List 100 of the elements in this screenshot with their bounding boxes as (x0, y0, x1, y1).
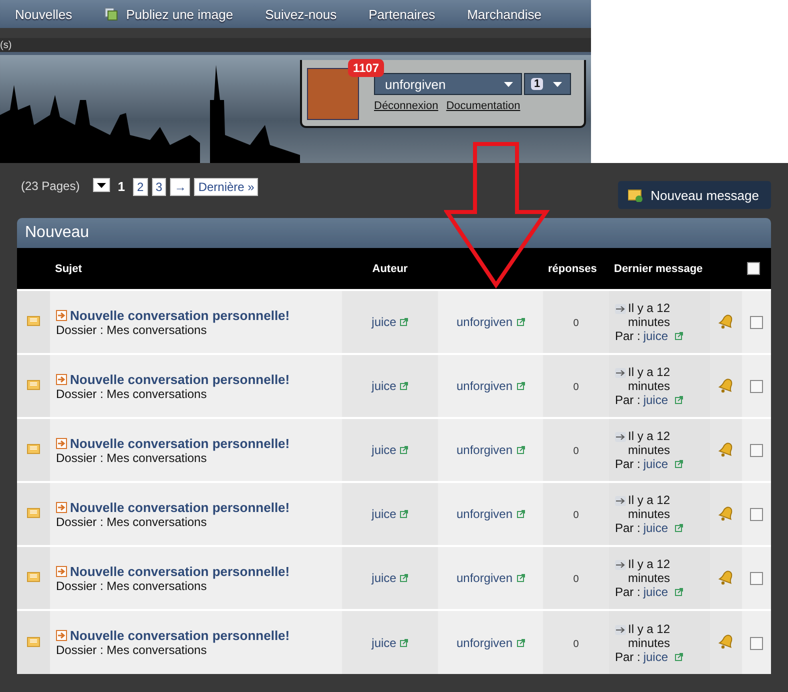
last-poster-link[interactable]: juice (643, 521, 668, 535)
last-post-time: Il y a 12 minutes (628, 301, 672, 329)
external-link-icon (675, 588, 684, 596)
last-poster-link[interactable]: juice (643, 457, 668, 471)
page-link[interactable]: 1 (114, 178, 129, 195)
author-link[interactable]: juice (372, 507, 396, 521)
column-header: Sujet (55, 262, 82, 274)
external-link-icon (516, 574, 525, 582)
image-icon (104, 8, 118, 20)
folder-text: Dossier : Mes conversations (56, 643, 208, 657)
last-post-time: Il y a 12 minutes (628, 557, 672, 585)
nav-link[interactable]: Suivez-nous (265, 6, 337, 22)
reply-count: 0 (573, 446, 579, 457)
recipient-link[interactable]: unforgiven (456, 571, 513, 585)
posted-by-label: Par : (615, 650, 640, 664)
row-checkbox[interactable] (750, 636, 763, 650)
last-poster-link[interactable]: juice (643, 393, 668, 407)
go-to-icon (56, 502, 67, 512)
last-page-link[interactable]: Dernière » (194, 178, 258, 196)
page-link[interactable]: 2 (132, 178, 148, 196)
author-link[interactable]: juice (372, 315, 396, 329)
bell-icon (718, 376, 734, 392)
last-post-time: Il y a 12 minutes (628, 429, 672, 457)
recipient-link[interactable]: unforgiven (456, 507, 513, 521)
last-poster-link[interactable]: juice (643, 329, 668, 343)
external-link-icon (675, 396, 684, 404)
nav-link[interactable]: Nouvelles (15, 6, 72, 22)
external-link-icon (400, 318, 408, 326)
arrow-icon[interactable] (615, 368, 626, 378)
external-link-icon (516, 446, 525, 454)
recipient-link[interactable]: unforgiven (456, 315, 513, 329)
recipient-link[interactable]: unforgiven (456, 443, 513, 457)
author-link[interactable]: juice (372, 443, 396, 457)
conversation-title-link[interactable]: Nouvelle conversation personnelle! (70, 372, 290, 386)
row-checkbox[interactable] (750, 380, 763, 394)
conversation-title-link[interactable]: Nouvelle conversation personnelle! (70, 308, 290, 322)
external-link-icon (675, 460, 684, 468)
author-link[interactable]: juice (372, 571, 396, 585)
nav-link[interactable]: Partenaires (368, 6, 436, 22)
strip-text: (s) (0, 40, 12, 50)
page-jump-button[interactable] (92, 178, 110, 192)
folder-text: Dossier : Mes conversations (56, 322, 208, 336)
reply-count: 0 (573, 382, 579, 393)
nav-link[interactable]: Marchandise (467, 6, 542, 22)
conversation-title-link[interactable]: Nouvelle conversation personnelle! (70, 564, 290, 578)
external-link-icon (516, 510, 525, 518)
bell-icon (718, 440, 734, 456)
reply-count: 0 (573, 638, 579, 650)
page-count: (23 Pages) (21, 179, 80, 193)
go-to-icon (56, 566, 67, 576)
external-link-icon (400, 446, 408, 454)
nav-link[interactable]: Publiez une image (126, 6, 234, 22)
recipient-link[interactable]: unforgiven (456, 379, 513, 393)
external-link-icon (400, 574, 408, 582)
user-dropdown[interactable]: unforgiven (374, 73, 522, 95)
row-checkbox[interactable] (750, 572, 763, 586)
last-post-time: Il y a 12 minutes (628, 365, 672, 393)
envelope-icon (27, 444, 40, 454)
row-checkbox[interactable] (750, 508, 763, 522)
user-link[interactable]: Documentation (446, 100, 520, 112)
notification-count: 1107 (348, 59, 384, 77)
next-page-link[interactable]: → (170, 178, 190, 196)
envelope-icon (27, 508, 40, 518)
posted-by-label: Par : (615, 585, 640, 599)
count-dropdown[interactable]: 1 (524, 73, 571, 95)
author-link[interactable]: juice (372, 636, 396, 650)
select-all-checkbox[interactable] (747, 262, 760, 275)
user-link[interactable]: Déconnexion (374, 100, 438, 112)
arrow-icon[interactable] (615, 304, 626, 314)
last-poster-link[interactable]: juice (643, 585, 668, 599)
row-checkbox[interactable] (750, 444, 763, 458)
column-header: Auteur (372, 262, 408, 274)
external-link-icon (400, 510, 408, 518)
envelope-icon (27, 316, 40, 326)
caret-icon (553, 82, 562, 86)
bell-icon (718, 312, 734, 328)
author-link[interactable]: juice (372, 379, 396, 393)
go-to-icon (56, 374, 67, 384)
column-header: réponses (548, 262, 597, 274)
conversation-title-link[interactable]: Nouvelle conversation personnelle! (70, 500, 290, 514)
new-message-button[interactable]: Nouveau message (618, 181, 771, 209)
conversation-title-link[interactable]: Nouvelle conversation personnelle! (70, 436, 290, 450)
go-to-icon (56, 630, 67, 641)
page-link[interactable]: 3 (152, 178, 166, 196)
recipient-link[interactable]: unforgiven (456, 636, 513, 650)
arrow-icon[interactable] (615, 624, 626, 634)
row-checkbox[interactable] (750, 316, 763, 330)
table-title: Nouveau (17, 218, 771, 248)
conversation-title-link[interactable]: Nouvelle conversation personnelle! (70, 628, 290, 643)
external-link-icon (400, 638, 408, 646)
last-poster-link[interactable]: juice (643, 650, 668, 664)
folder-text: Dossier : Mes conversations (56, 578, 208, 592)
external-link-icon (400, 382, 408, 390)
arrow-icon[interactable] (615, 496, 626, 506)
arrow-icon[interactable] (615, 560, 626, 570)
external-link-icon (516, 318, 525, 326)
envelope-icon (27, 572, 40, 582)
caret-icon (504, 82, 513, 86)
envelope-icon (27, 380, 40, 390)
arrow-icon[interactable] (615, 432, 626, 442)
